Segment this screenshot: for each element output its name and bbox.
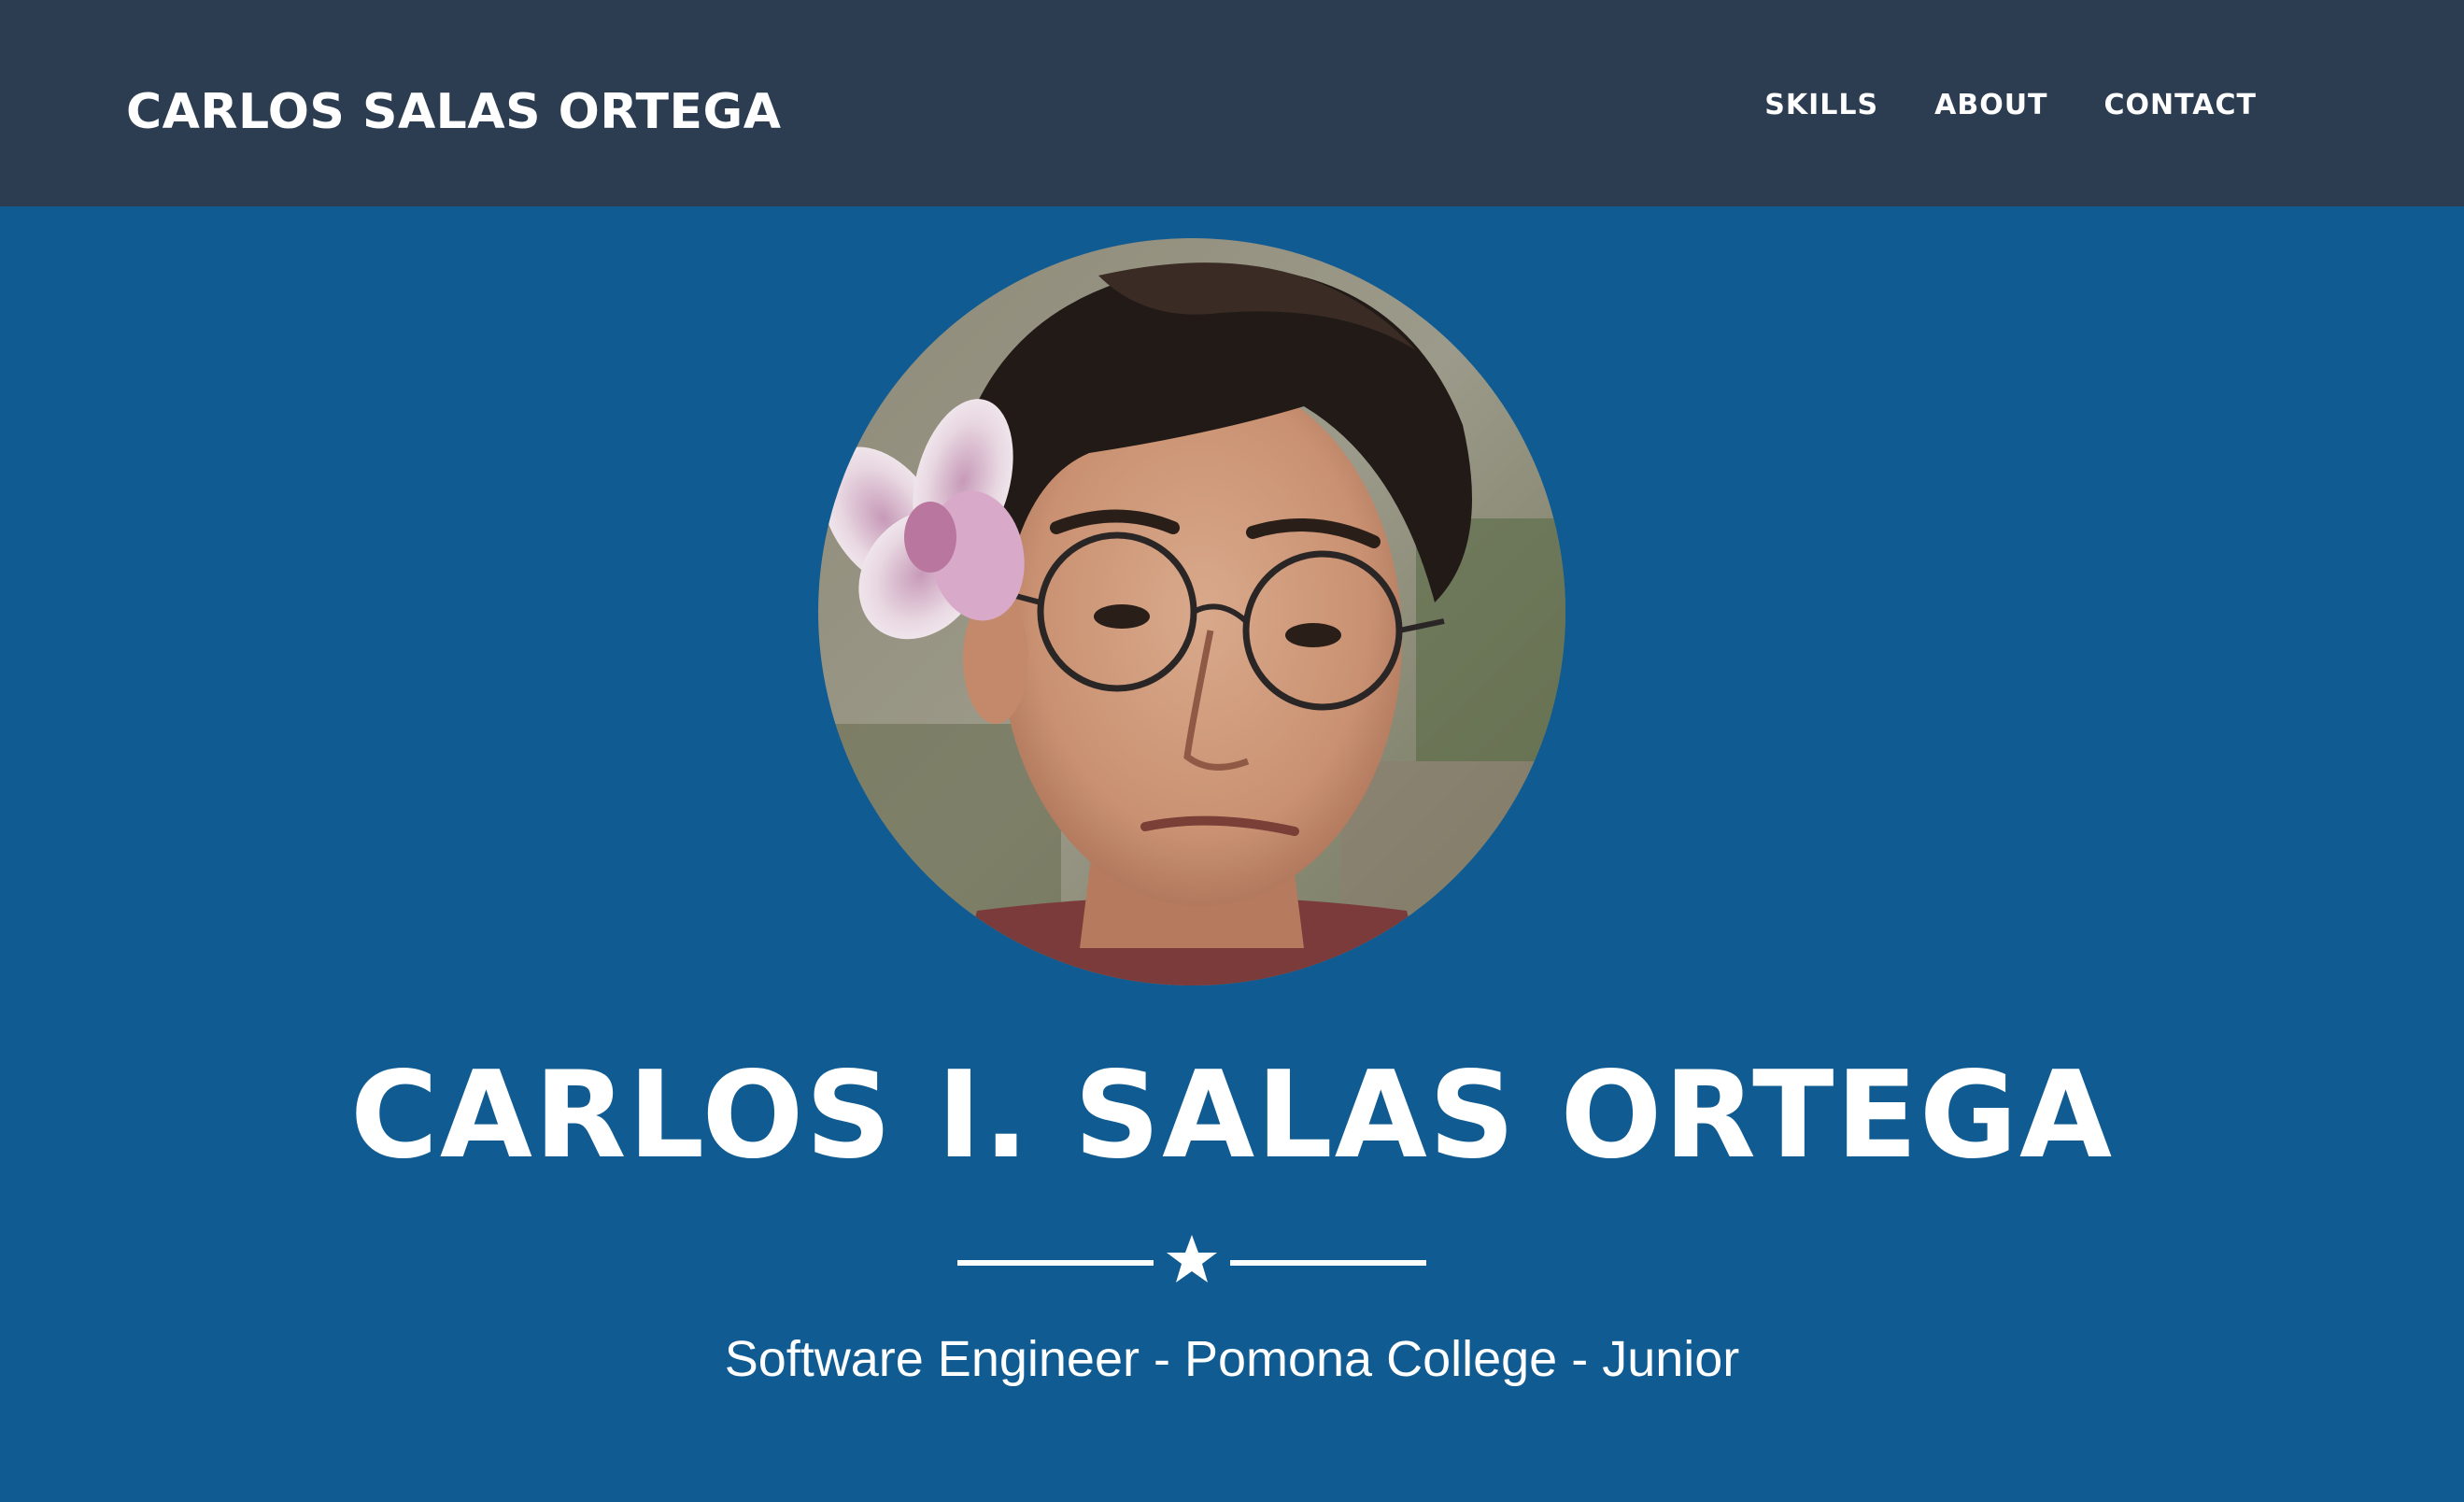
nav-link-skills[interactable]: SKILLS — [1764, 86, 1878, 125]
divider-line-left — [957, 1260, 1154, 1266]
star-divider — [957, 1233, 1426, 1291]
top-navbar: CARLOS SALAS ORTEGA SKILLS ABOUT CONTACT — [0, 0, 2464, 206]
profile-photo — [818, 238, 1565, 985]
nav-link-about[interactable]: ABOUT — [1934, 86, 2047, 125]
star-icon — [1167, 1235, 1217, 1282]
avatar — [818, 238, 1565, 985]
brand-link[interactable]: CARLOS SALAS ORTEGA — [126, 78, 781, 146]
hero-subtitle: Software Engineer - Pomona College - Jun… — [724, 1331, 1740, 1387]
hero-name: CARLOS I. SALAS ORTEGA — [349, 1046, 2115, 1185]
nav-menu: SKILLS ABOUT CONTACT — [1764, 86, 2257, 125]
divider-line-right — [1230, 1260, 1426, 1266]
nav-link-contact[interactable]: CONTACT — [2104, 86, 2257, 125]
